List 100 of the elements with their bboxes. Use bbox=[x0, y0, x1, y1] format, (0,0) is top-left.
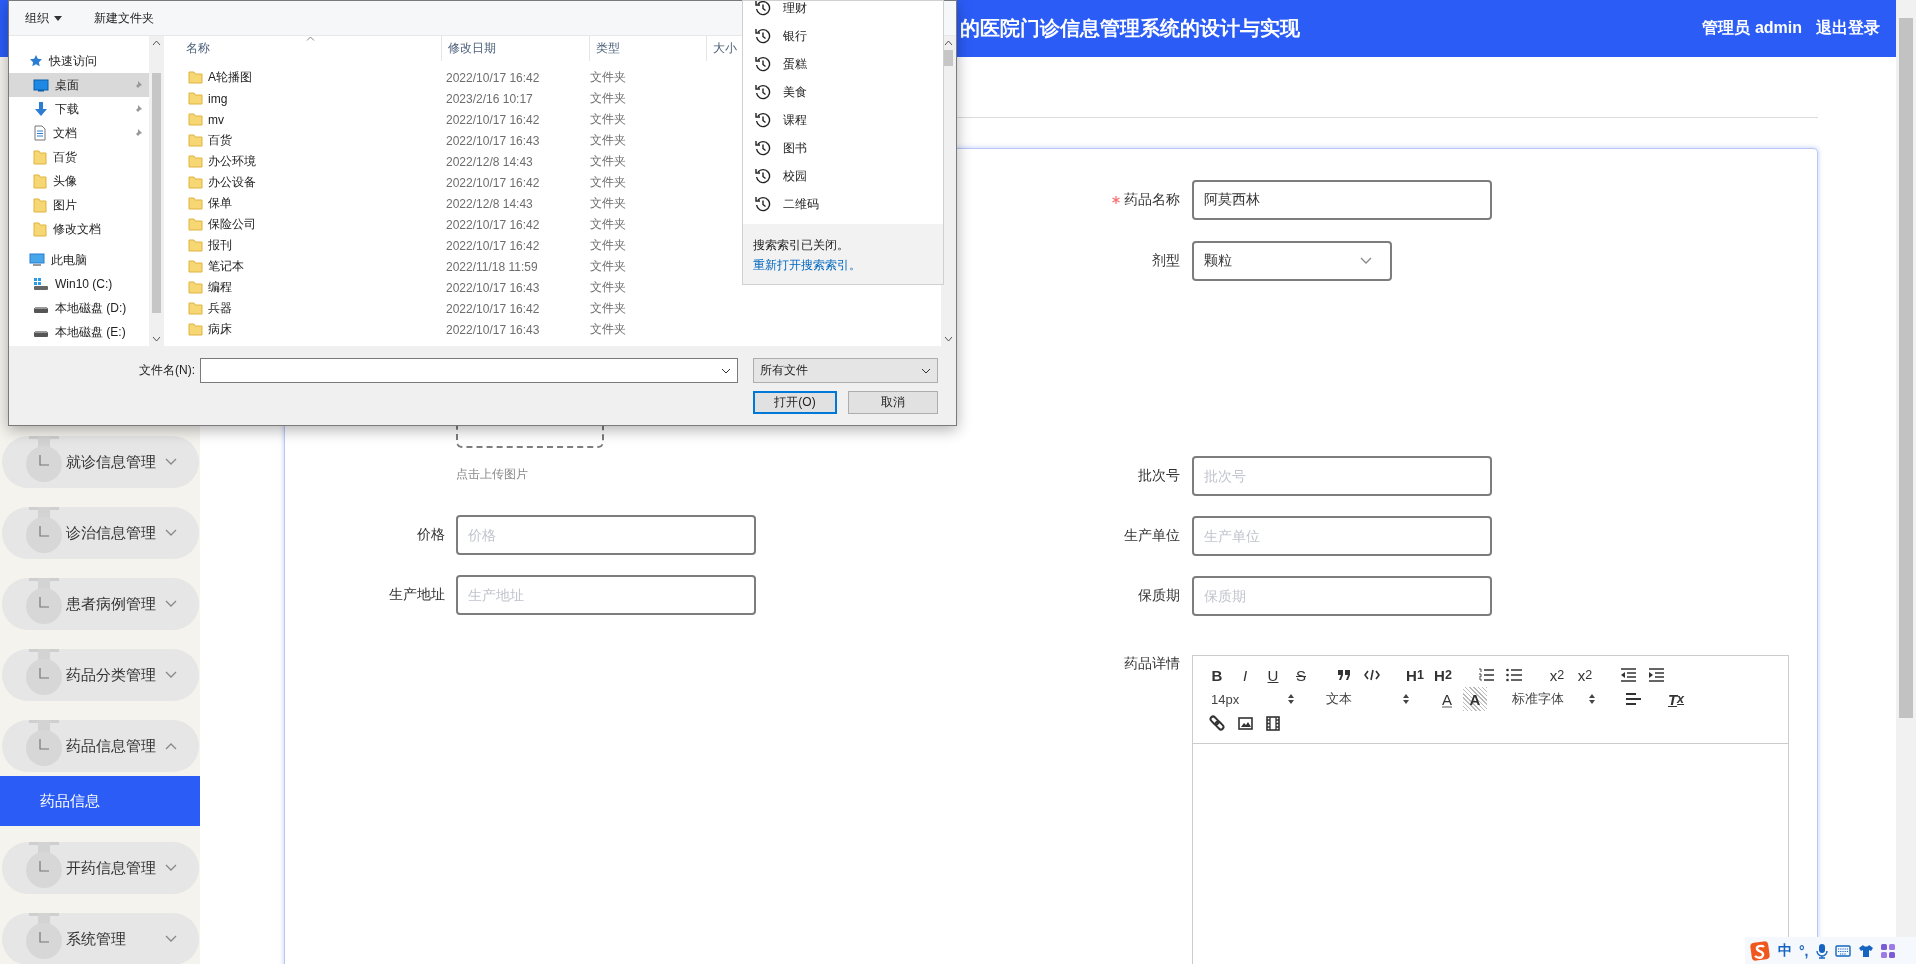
sidebar-item[interactable]: 药品分类管理 bbox=[2, 649, 199, 701]
folder-icon bbox=[188, 176, 203, 189]
file-type: 文件夹 bbox=[590, 195, 626, 212]
image-icon[interactable] bbox=[1237, 716, 1253, 730]
nav-item[interactable]: 百货 bbox=[9, 145, 149, 169]
underline-button[interactable]: U bbox=[1261, 663, 1285, 687]
sidebar-item[interactable]: 患者病例管理 bbox=[2, 578, 199, 630]
modified-date: 2022/12/8 14:43 bbox=[446, 154, 534, 169]
file-name[interactable]: A轮播图 bbox=[208, 69, 252, 86]
keyboard-icon[interactable] bbox=[1834, 944, 1851, 957]
shirt-icon[interactable] bbox=[1857, 943, 1874, 958]
ime-logo-icon[interactable] bbox=[1749, 939, 1771, 962]
scroll-down-icon[interactable] bbox=[944, 336, 953, 342]
indent-icon[interactable] bbox=[1648, 668, 1664, 682]
sidebar-item[interactable]: 诊治信息管理 bbox=[2, 507, 199, 559]
font-color-button[interactable]: A bbox=[1435, 687, 1459, 711]
nav-item[interactable]: 图片 bbox=[9, 193, 149, 217]
file-type-dropdown[interactable]: 所有文件 bbox=[753, 358, 938, 383]
history-item[interactable]: 课程 bbox=[743, 106, 943, 134]
file-type: 文件夹 bbox=[590, 279, 626, 296]
bullet-list-icon[interactable] bbox=[1506, 668, 1522, 682]
input-mode[interactable]: 中 bbox=[1778, 941, 1792, 960]
nav-item[interactable]: 下载 bbox=[9, 97, 149, 121]
history-item[interactable]: 图书 bbox=[743, 134, 943, 162]
quote-icon[interactable] bbox=[1337, 669, 1351, 681]
filename-field[interactable] bbox=[200, 358, 738, 383]
nav-item[interactable]: 本地磁盘 (D:) bbox=[9, 296, 149, 320]
input-field[interactable]: 价格 bbox=[456, 515, 756, 555]
microphone-icon[interactable] bbox=[1815, 942, 1828, 959]
film-icon[interactable] bbox=[1266, 715, 1280, 731]
file-name[interactable]: 编程 bbox=[208, 279, 232, 296]
sidebar-item[interactable]: 就诊信息管理 bbox=[2, 436, 199, 488]
file-name[interactable]: 报刊 bbox=[208, 237, 232, 254]
logout-link[interactable]: 退出登录 bbox=[1816, 18, 1880, 39]
history-item[interactable]: 二维码 bbox=[743, 190, 943, 218]
file-name[interactable]: mv bbox=[208, 112, 224, 127]
input-field[interactable]: 阿莫西林 bbox=[1192, 180, 1492, 220]
dialog-button[interactable]: 取消 bbox=[848, 391, 938, 414]
input-field[interactable]: 保质期 bbox=[1192, 576, 1492, 616]
dialog-button[interactable]: 打开(O) bbox=[753, 391, 837, 414]
scroll-thumb[interactable] bbox=[944, 50, 953, 66]
column-header[interactable]: 名称 bbox=[166, 36, 441, 61]
file-name[interactable]: 百货 bbox=[208, 132, 232, 149]
file-name[interactable]: img bbox=[208, 91, 228, 106]
file-name[interactable]: 保险公司 bbox=[208, 216, 256, 233]
system-drive-icon bbox=[33, 277, 49, 291]
history-item[interactable]: 理财 bbox=[743, 1, 943, 22]
outdent-icon[interactable] bbox=[1620, 668, 1636, 682]
history-item[interactable]: 校园 bbox=[743, 162, 943, 190]
toolbar-button[interactable]: 新建文件夹 bbox=[90, 6, 158, 30]
scroll-thumb[interactable] bbox=[152, 73, 161, 313]
input-field[interactable]: 批次号 bbox=[1192, 456, 1492, 496]
align-left-icon[interactable] bbox=[1625, 692, 1641, 706]
column-header[interactable]: 修改日期 bbox=[441, 36, 589, 61]
scroll-up-icon[interactable] bbox=[152, 40, 161, 46]
toolbar-button[interactable]: 组织 bbox=[21, 6, 66, 30]
sidebar-item[interactable]: 药品信息管理 bbox=[2, 720, 199, 772]
nav-item[interactable]: 本地磁盘 (E:) bbox=[9, 320, 149, 344]
history-item[interactable]: 银行 bbox=[743, 22, 943, 50]
file-name[interactable]: 办公设备 bbox=[208, 174, 256, 191]
nav-item[interactable]: 头像 bbox=[9, 169, 149, 193]
nav-item[interactable]: 文档 bbox=[9, 121, 149, 145]
file-name[interactable]: 笔记本 bbox=[208, 258, 244, 275]
history-item[interactable]: 蛋糕 bbox=[743, 50, 943, 78]
bold-button[interactable]: B bbox=[1205, 663, 1229, 687]
scrollbar[interactable] bbox=[1896, 0, 1916, 937]
numbered-list-icon[interactable] bbox=[1478, 668, 1494, 682]
toolbar-dropdown[interactable]: 标准字体 bbox=[1506, 687, 1602, 711]
column-header[interactable]: 类型 bbox=[589, 36, 706, 61]
toolbar-dropdown[interactable]: 文本 bbox=[1320, 687, 1416, 711]
reopen-index-link[interactable]: 重新打开搜索索引。 bbox=[753, 255, 933, 275]
history-item[interactable]: 美食 bbox=[743, 78, 943, 106]
toolbar-dropdown[interactable]: 14px bbox=[1205, 687, 1301, 711]
sidebar-item[interactable]: 系统管理 bbox=[2, 913, 199, 964]
link-icon[interactable] bbox=[1209, 715, 1225, 731]
italic-button[interactable]: I bbox=[1233, 663, 1257, 687]
punctuation-mode[interactable]: °, bbox=[1799, 942, 1809, 959]
chevron-down-icon[interactable] bbox=[721, 367, 731, 374]
file-name[interactable]: 病床 bbox=[208, 321, 232, 338]
submenu-item[interactable]: 药品信息 bbox=[0, 776, 200, 826]
file-name[interactable]: 兵器 bbox=[208, 300, 232, 317]
nav-item[interactable]: 桌面 bbox=[9, 73, 149, 97]
sidebar-item[interactable]: 开药信息管理 bbox=[2, 842, 199, 894]
scrollbar[interactable] bbox=[149, 36, 164, 346]
input-field[interactable]: 生产单位 bbox=[1192, 516, 1492, 556]
nav-item[interactable]: 修改文档 bbox=[9, 217, 149, 241]
input-field[interactable]: 生产地址 bbox=[456, 575, 756, 615]
strikethrough-button[interactable]: S bbox=[1289, 663, 1313, 687]
scroll-up-icon[interactable] bbox=[944, 40, 953, 46]
column-header[interactable]: 大小 bbox=[706, 36, 737, 61]
file-name[interactable]: 保单 bbox=[208, 195, 232, 212]
nav-item[interactable]: Win10 (C:) bbox=[9, 272, 149, 296]
file-name[interactable]: 办公环境 bbox=[208, 153, 256, 170]
nav-item[interactable]: 快速访问 bbox=[9, 49, 149, 73]
highlight-button[interactable]: A bbox=[1463, 687, 1487, 711]
scroll-down-icon[interactable] bbox=[152, 336, 161, 342]
select-field[interactable]: 颗粒 bbox=[1192, 241, 1392, 281]
grid-icon[interactable] bbox=[1880, 943, 1895, 958]
nav-item[interactable]: 此电脑 bbox=[9, 248, 149, 272]
code-icon[interactable] bbox=[1364, 669, 1380, 681]
